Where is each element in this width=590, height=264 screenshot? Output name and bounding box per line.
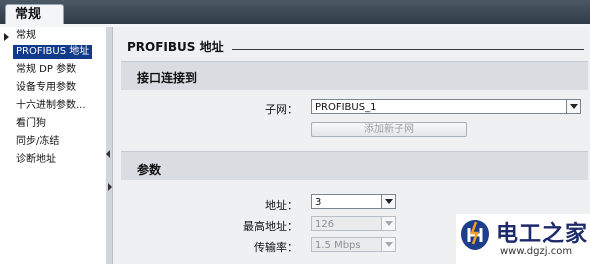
nav-item-device-params[interactable]: 设备专用参数 (13, 81, 79, 95)
address-label: 地址： (265, 199, 298, 212)
chevron-down-icon[interactable] (566, 100, 580, 113)
page-title: PROFIBUS 地址 (127, 40, 224, 54)
highest-address-select: 126 (311, 216, 396, 231)
expand-right-icon[interactable] (108, 183, 112, 191)
watermark-url: www.dgzj.com (500, 246, 573, 257)
nav-item-diagnostic-address[interactable]: 诊断地址 (13, 153, 59, 167)
nav-item-profibus-address[interactable]: PROFIBUS 地址 (13, 45, 93, 59)
nav-item-general[interactable]: 常规 (13, 29, 39, 43)
panel-splitter[interactable] (106, 27, 113, 264)
watermark-title: 电工之家 (496, 222, 589, 247)
baud-rate-label: 传输率： (254, 241, 298, 254)
chevron-down-icon (381, 238, 395, 251)
watermark: 电工之家 www.dgzj.com (456, 214, 590, 264)
section-parameters: 参数 (121, 151, 588, 180)
section-interface: 接口连接到 (121, 61, 588, 90)
nav-item-watchdog[interactable]: 看门狗 (13, 117, 49, 131)
nav-item-hex-params[interactable]: 十六进制参数... (13, 99, 89, 113)
baud-rate-value: 1.5 Mbps (315, 240, 361, 251)
tab-bar: 常规 (0, 0, 590, 25)
collapse-left-icon[interactable] (106, 150, 110, 158)
nav-item-sync-freeze[interactable]: 同步/冻结 (13, 135, 62, 149)
highest-address-label: 最高地址： (243, 220, 298, 233)
baud-rate-select: 1.5 Mbps (311, 237, 396, 252)
expand-arrow-icon[interactable] (4, 33, 9, 41)
section-title: 接口连接到 (137, 71, 198, 85)
left-navigation: 常规 PROFIBUS 地址 常规 DP 参数 设备专用参数 十六进制参数...… (0, 27, 107, 264)
nav-item-general-dp-params[interactable]: 常规 DP 参数 (13, 63, 79, 77)
subnet-select[interactable]: PROFIBUS_1 (311, 99, 581, 114)
address-value: 3 (315, 197, 322, 208)
address-select[interactable]: 3 (311, 194, 396, 209)
tab-general[interactable]: 常规 (5, 4, 64, 25)
chevron-down-icon (381, 217, 395, 230)
add-subnet-button[interactable]: 添加新子网 (311, 122, 467, 137)
title-divider (232, 49, 584, 50)
highest-address-value: 126 (315, 219, 335, 230)
section-title: 参数 (137, 163, 162, 177)
subnet-value: PROFIBUS_1 (315, 102, 377, 113)
chevron-down-icon[interactable] (381, 195, 395, 208)
subnet-label: 子网： (265, 103, 298, 116)
watermark-logo-icon (461, 220, 489, 250)
